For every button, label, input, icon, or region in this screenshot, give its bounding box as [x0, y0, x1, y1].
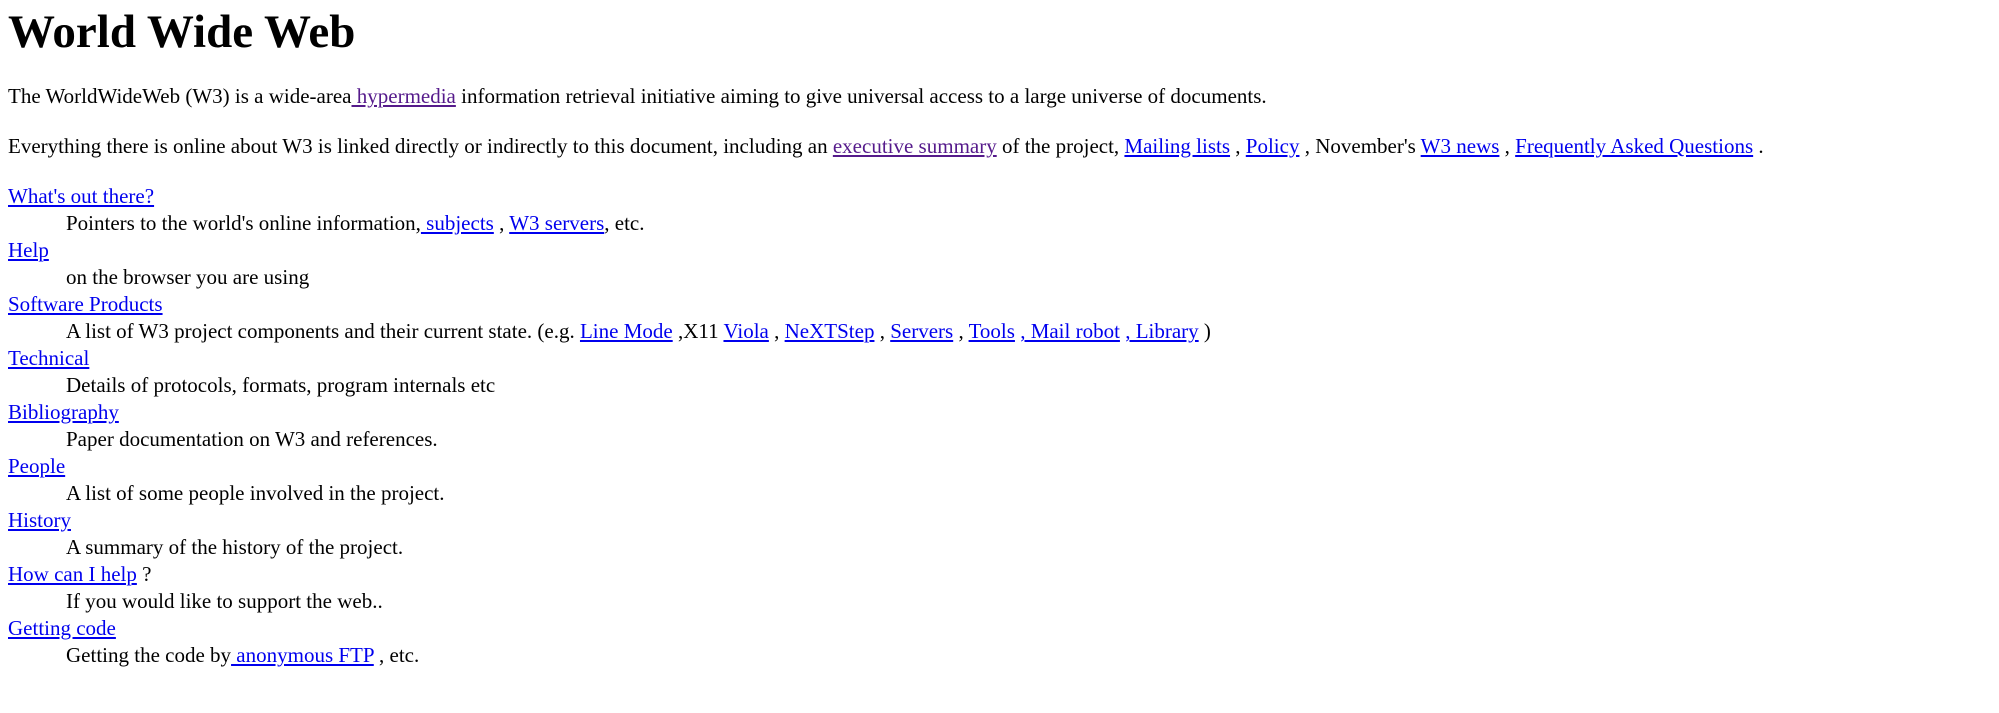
faq-link[interactable]: Frequently Asked Questions — [1515, 134, 1753, 158]
how-can-i-help-link[interactable]: How can I help — [8, 562, 137, 586]
topic-software-products: Software Products — [8, 291, 1991, 318]
tools-link[interactable]: Tools — [969, 319, 1015, 343]
topic-bibliography-description: Paper documentation on W3 and references… — [66, 427, 438, 451]
summary-text-end: . — [1753, 134, 1764, 158]
topic-people-description: A list of some people involved in the pr… — [66, 481, 445, 505]
policy-link[interactable]: Policy — [1246, 134, 1300, 158]
topic-software-products-description: A list of W3 project components and thei… — [66, 318, 1991, 345]
separator: , — [493, 211, 510, 235]
topic-technical-description: Details of protocols, formats, program i… — [66, 373, 496, 397]
summary-text-before: Everything there is online about W3 is l… — [8, 134, 833, 158]
mail-robot-link[interactable]: , Mail robot — [1020, 319, 1120, 343]
separator: , — [874, 319, 891, 343]
description-text: A list of W3 project components and thei… — [66, 319, 580, 343]
w3-news-link[interactable]: W3 news — [1421, 134, 1500, 158]
topic-list: What's out there? Pointers to the world'… — [8, 183, 1991, 669]
subjects-link[interactable]: subjects — [421, 211, 494, 235]
topic-history: History — [8, 507, 1991, 534]
hypermedia-link[interactable]: hypermedia — [352, 84, 456, 108]
executive-summary-link[interactable]: executive summary — [833, 134, 997, 158]
topic-getting-code-description: Getting the code by anonymous FTP , etc. — [66, 642, 1991, 669]
topic-help-description: on the browser you are using — [66, 265, 310, 289]
history-link[interactable]: History — [8, 508, 71, 532]
whats-out-there-link[interactable]: What's out there? — [8, 184, 154, 208]
separator: , — [768, 319, 785, 343]
description-text: Getting the code by — [66, 643, 232, 667]
summary-separator: , — [1499, 134, 1516, 158]
summary-text-novembers: , November's — [1299, 134, 1421, 158]
software-products-link[interactable]: Software Products — [8, 292, 163, 316]
anonymous-ftp-link[interactable]: anonymous FTP — [231, 643, 373, 667]
topic-technical: Technical — [8, 345, 1991, 372]
intro-paragraph: The WorldWideWeb (W3) is a wide-area hyp… — [8, 83, 1991, 110]
topic-help: Help — [8, 237, 1991, 264]
mailing-lists-link[interactable]: Mailing lists — [1124, 134, 1230, 158]
description-text-x11: ,X11 — [672, 319, 724, 343]
topic-how-can-i-help: How can I help ? — [8, 561, 1991, 588]
topic-whats-out-there-description: Pointers to the world's online informati… — [66, 210, 1991, 237]
servers-link[interactable]: Servers — [890, 319, 953, 343]
topic-people: People — [8, 453, 1991, 480]
bibliography-link[interactable]: Bibliography — [8, 400, 119, 424]
technical-link[interactable]: Technical — [8, 346, 89, 370]
page-title: World Wide Web — [8, 6, 356, 58]
topic-how-can-i-help-description: If you would like to support the web.. — [66, 589, 383, 613]
line-mode-link[interactable]: Line Mode — [580, 319, 673, 343]
question-mark: ? — [136, 562, 152, 586]
help-link[interactable]: Help — [8, 238, 49, 262]
viola-link[interactable]: Viola — [723, 319, 768, 343]
getting-code-link[interactable]: Getting code — [8, 616, 116, 640]
separator: , — [953, 319, 969, 343]
topic-getting-code: Getting code — [8, 615, 1991, 642]
description-text: Pointers to the world's online informati… — [66, 211, 421, 235]
library-link[interactable]: , Library — [1125, 319, 1198, 343]
nextstep-link[interactable]: NeXTStep — [785, 319, 875, 343]
description-text: , etc. — [373, 643, 420, 667]
w3-servers-link[interactable]: W3 servers — [509, 211, 604, 235]
topic-bibliography: Bibliography — [8, 399, 1991, 426]
intro-text-before: The WorldWideWeb (W3) is a wide-area — [8, 84, 352, 108]
intro-text-after: information retrieval initiative aiming … — [455, 84, 1267, 108]
summary-paragraph: Everything there is online about W3 is l… — [8, 133, 1991, 160]
topic-whats-out-there: What's out there? — [8, 183, 1991, 210]
summary-text-project: of the project, — [996, 134, 1125, 158]
page-content: World Wide Web The WorldWideWeb (W3) is … — [0, 4, 1999, 669]
description-text: ) — [1198, 319, 1211, 343]
description-text: , etc. — [604, 211, 645, 235]
topic-history-description: A summary of the history of the project. — [66, 535, 404, 559]
summary-separator: , — [1230, 134, 1246, 158]
people-link[interactable]: People — [8, 454, 65, 478]
